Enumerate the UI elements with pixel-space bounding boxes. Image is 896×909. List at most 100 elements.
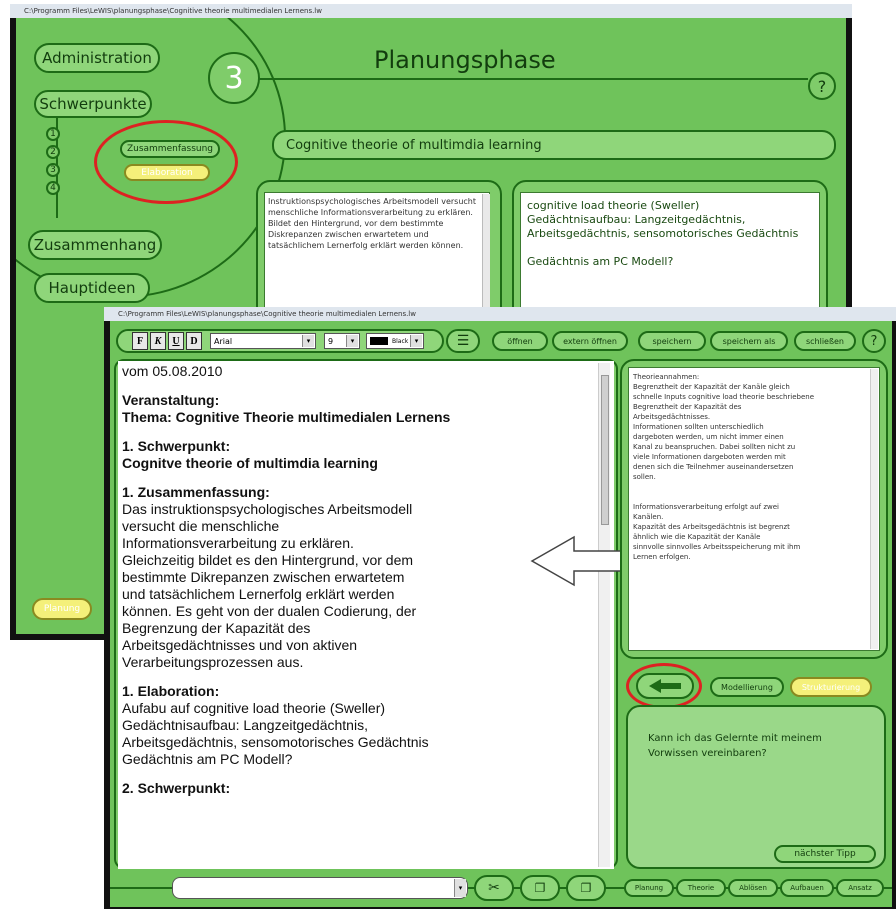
- right-text-line: cognitive load theorie (Sweller): [527, 199, 700, 212]
- copy-icon: ❐: [534, 881, 546, 895]
- abloesen-button[interactable]: Ablösen: [728, 879, 778, 897]
- doc-date: vom 05.08.2010: [122, 363, 223, 379]
- speichern-als-button[interactable]: speichern als: [710, 331, 788, 351]
- planung-button[interactable]: Planung: [624, 879, 674, 897]
- doc-schwerpunkt-value: Cognitve theorie of multimdia learning: [122, 455, 378, 471]
- side-line: schnelle Inputs cognitive load theorie b…: [633, 393, 815, 401]
- doc-line: Arbeitsgedächtnisses und von aktiven: [122, 637, 358, 653]
- phase-number-circle: 3: [208, 52, 260, 104]
- scissors-icon: ✂: [488, 880, 500, 896]
- schwerpunkte-button[interactable]: Schwerpunkte: [34, 90, 152, 118]
- front-window-titlebar: C:\Programm Files\LeWIS\planungsphase\Co…: [104, 307, 896, 321]
- bold-button[interactable]: F: [132, 332, 148, 350]
- tip-question: Kann ich das Gelernte mit meinem Vorwiss…: [648, 733, 822, 759]
- doc-line: Das instruktionspsychologisches Arbeitsm…: [122, 501, 413, 517]
- speichern-button[interactable]: speichern: [638, 331, 706, 351]
- schwerpunkt-2-circle[interactable]: 2: [46, 145, 60, 159]
- strikethrough-button[interactable]: D: [186, 332, 202, 350]
- paste-icon: ❐: [580, 881, 592, 895]
- phase-title: Planungsphase: [374, 46, 556, 74]
- paste-button[interactable]: ❐: [566, 875, 606, 901]
- extern-oeffnen-button[interactable]: extern öffnen: [552, 331, 628, 351]
- right-text-line: [527, 241, 813, 255]
- doc-next-heading: 2. Schwerpunkt:: [122, 780, 231, 796]
- help-button[interactable]: ?: [862, 329, 886, 353]
- side-line: Informationen sollten unterschiedlich: [633, 423, 764, 431]
- back-window-titlebar: C:\Programm Files\LeWIS\planungsphase\Co…: [10, 4, 852, 18]
- side-line: viele Informationen dargeboten werden mi…: [633, 453, 786, 461]
- side-line: Arbeitsgedächtnisses.: [633, 413, 711, 421]
- doc-zusammenfassung-heading: 1. Zusammenfassung:: [122, 484, 270, 500]
- side-line: Kapazität des Arbeitsgedächtnis ist begr…: [633, 523, 790, 531]
- side-line: Begrenztheit der Kapazität des: [633, 403, 742, 411]
- schliessen-button[interactable]: schließen: [794, 331, 856, 351]
- topic-field[interactable]: Cognitive theorie of multimdia learning: [272, 130, 836, 160]
- copy-button[interactable]: ❐: [520, 875, 560, 901]
- right-text-line: Gedächtnis am PC Modell?: [527, 255, 674, 268]
- side-line: [633, 492, 867, 502]
- doc-line: Arbeitsgedächtnis, sensomotorisches Gedä…: [122, 734, 429, 750]
- list-button[interactable]: ☰: [446, 329, 480, 353]
- red-annotation-ellipse: [94, 120, 238, 204]
- font-size-select[interactable]: 9 ▾: [324, 333, 360, 349]
- side-line: Lernen erfolgen.: [633, 553, 691, 561]
- schwerpunkt-4-circle[interactable]: 4: [46, 181, 60, 195]
- doc-line: können. Es geht von der dualen Codierung…: [122, 603, 417, 619]
- front-window: C:\Programm Files\LeWIS\planungsphase\Co…: [104, 307, 896, 909]
- planung-nav-button[interactable]: Planung: [32, 598, 92, 620]
- front-window-client: F K U D Arial ▾ 9 ▾ Black ▾ ☰ öffnen extern…: [110, 321, 892, 907]
- administration-button[interactable]: Administration: [34, 43, 160, 73]
- chevron-down-icon: ▾: [410, 335, 422, 347]
- right-text-line: Arbeitsgedächtnis, sensomotorisches Gedä…: [527, 227, 799, 240]
- side-line: sinnvolle sinnvolles Arbeitsspeicherung …: [633, 543, 801, 551]
- side-line: Kanal zu beanspruchen. Dabei sollten nic…: [633, 443, 796, 451]
- side-line: dargeboten werden, um nicht immer einen: [633, 433, 784, 441]
- doc-line: Gleichzeitig bildet es den Hintergrund, …: [122, 552, 414, 568]
- doc-schwerpunkt-heading: 1. Schwerpunkt:: [122, 438, 231, 454]
- theorie-button[interactable]: Theorie: [676, 879, 726, 897]
- side-line: sollen.: [633, 473, 656, 481]
- italic-button[interactable]: K: [150, 332, 166, 350]
- chevron-down-icon: ▾: [346, 335, 358, 347]
- aufbauen-button[interactable]: Aufbauen: [780, 879, 834, 897]
- zusammenhang-button[interactable]: Zusammenhang: [28, 230, 162, 260]
- red-annotation-circle: [626, 663, 702, 709]
- doc-line: versucht die menschliche: [122, 518, 280, 534]
- right-text-line: Gedächtnisaufbau: Langzeitgedächtnis,: [527, 213, 746, 226]
- chevron-down-icon: ▾: [454, 879, 466, 897]
- side-line: Informationsverarbeitung erfolgt auf zwe…: [633, 503, 779, 511]
- modellierung-button[interactable]: Modellierung: [710, 677, 784, 697]
- bottom-select[interactable]: ▾: [172, 877, 468, 899]
- side-text-area[interactable]: Theorieannahmen: Begrenztheit der Kapazi…: [628, 367, 880, 651]
- side-text-scrollbar[interactable]: [870, 369, 878, 649]
- doc-elaboration-heading: 1. Elaboration:: [122, 683, 220, 699]
- doc-line: und tatsächlichem Lernerfolg erklärt wer…: [122, 586, 395, 602]
- doc-line: Aufabu auf cognitive load theorie (Swell…: [122, 700, 386, 716]
- schwerpunkt-3-circle[interactable]: 3: [46, 163, 60, 177]
- font-color-select[interactable]: Black ▾: [366, 333, 424, 349]
- cut-button[interactable]: ✂: [474, 875, 514, 901]
- doc-line: bestimmte Dikrepanzen zwischen erwartete…: [122, 569, 405, 585]
- doc-line: Informationsverarbeitung zu erklären.: [122, 535, 354, 551]
- side-line: denen sich die Teilnehmer auseinanderset…: [633, 463, 794, 471]
- oeffnen-button[interactable]: öffnen: [492, 331, 548, 351]
- schwerpunkt-1-circle[interactable]: 1: [46, 127, 60, 141]
- naechster-tipp-button[interactable]: nächster Tipp: [774, 845, 876, 863]
- doc-line: Verarbeitungsprozessen aus.: [122, 654, 304, 670]
- strukturierung-button[interactable]: Strukturierung: [790, 677, 872, 697]
- document-scrollbar[interactable]: [598, 363, 610, 867]
- side-line: [633, 482, 867, 492]
- document-editor[interactable]: vom 05.08.2010 Veranstaltung: Thema: Cog…: [118, 361, 614, 869]
- ansatz-button[interactable]: Ansatz: [836, 879, 884, 897]
- side-line: ähnlich wie die Kapazität der Kanäle: [633, 533, 761, 541]
- side-line: Begrenztheit der Kapazität der Kanäle gl…: [633, 383, 790, 391]
- doc-thema: Thema: Cognitive Theorie multimedialen L…: [122, 409, 451, 425]
- doc-line: Gedächtnis am PC Modell?: [122, 751, 293, 767]
- font-family-select[interactable]: Arial ▾: [210, 333, 316, 349]
- hauptideen-button[interactable]: Hauptideen: [34, 273, 150, 303]
- side-line: Theorieannahmen:: [633, 373, 700, 381]
- help-button[interactable]: ?: [808, 72, 836, 100]
- doc-line: Gedächtnisaufbau: Langzeitgedächtnis,: [122, 717, 368, 733]
- underline-button[interactable]: U: [168, 332, 184, 350]
- scrollbar-thumb[interactable]: [601, 375, 609, 525]
